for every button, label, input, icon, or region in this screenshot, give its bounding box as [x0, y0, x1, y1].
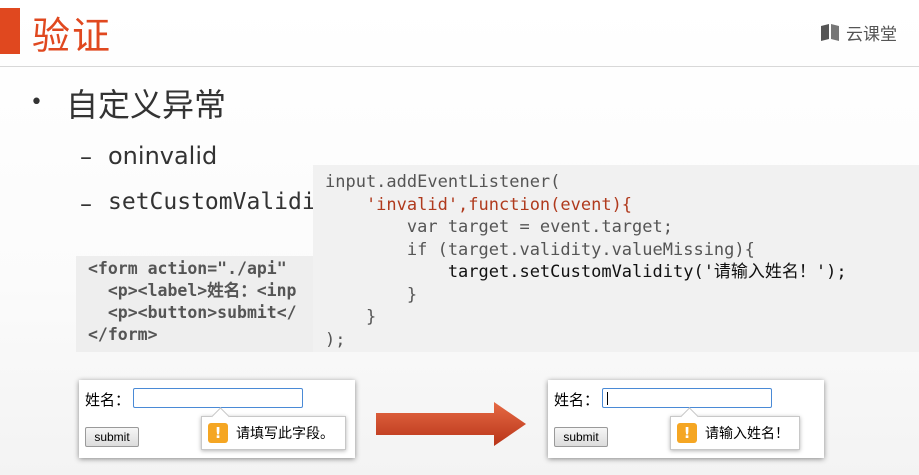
sub-item-setcustomvalidity: setCustomValidity — [108, 189, 344, 215]
js-code-block: input.addEventListener( 'invalid',functi… — [313, 165, 919, 352]
code-line: ); — [325, 329, 346, 350]
code-line: </form> — [88, 325, 158, 344]
code-line: } — [325, 284, 418, 305]
brand-logo-text: 云课堂 — [846, 25, 897, 45]
demo-form-custom: 姓名： submit ! 请输入姓名！ — [548, 380, 824, 458]
name-label: 姓名： — [85, 391, 131, 409]
code-line: } — [325, 307, 377, 327]
code-line: var target = event.target; — [325, 217, 673, 237]
sub-item-oninvalid: oninvalid — [108, 142, 218, 170]
html-code-block: <form action="./api" <p><label>姓名：<inp <… — [76, 256, 326, 352]
validation-tooltip: ! 请输入姓名！ — [670, 416, 800, 450]
book-icon — [821, 23, 839, 41]
code-line: <p><button>submit</ — [88, 303, 297, 322]
name-input[interactable] — [133, 388, 303, 408]
validation-tooltip: ! 请填写此字段。 — [201, 416, 346, 450]
demo-form-default: 姓名： submit ! 请填写此字段。 — [79, 380, 355, 458]
bullet-heading: 自定义异常 — [66, 86, 227, 124]
submit-button[interactable]: submit — [554, 427, 608, 447]
title-divider — [0, 66, 919, 67]
sub-dash-2: – — [80, 190, 92, 218]
brand-logo: 云课堂 — [820, 20, 897, 45]
name-label: 姓名： — [554, 391, 600, 409]
code-line: <p><label>姓名：<inp — [88, 281, 297, 300]
tooltip-message: 请输入姓名！ — [705, 426, 789, 442]
code-line: target.setCustomValidity('请输入姓名！'); — [325, 262, 847, 282]
sub-dash-1: – — [80, 143, 92, 171]
submit-button[interactable]: submit — [85, 427, 139, 447]
warning-icon: ! — [208, 423, 228, 443]
code-line: <form action="./api" — [88, 259, 287, 278]
code-line: if (target.validity.valueMissing){ — [325, 239, 755, 260]
right-arrow-icon — [376, 402, 526, 446]
warning-icon: ! — [677, 423, 697, 443]
bullet-marker: • — [30, 90, 43, 115]
text-caret — [607, 392, 608, 405]
slide-title: 验证 — [32, 14, 113, 58]
tooltip-message: 请填写此字段。 — [236, 426, 334, 442]
title-accent-bar — [0, 8, 20, 54]
code-line: input.addEventListener( — [325, 172, 561, 192]
code-line: 'invalid',function(event){ — [325, 194, 633, 215]
name-input[interactable] — [602, 388, 772, 408]
